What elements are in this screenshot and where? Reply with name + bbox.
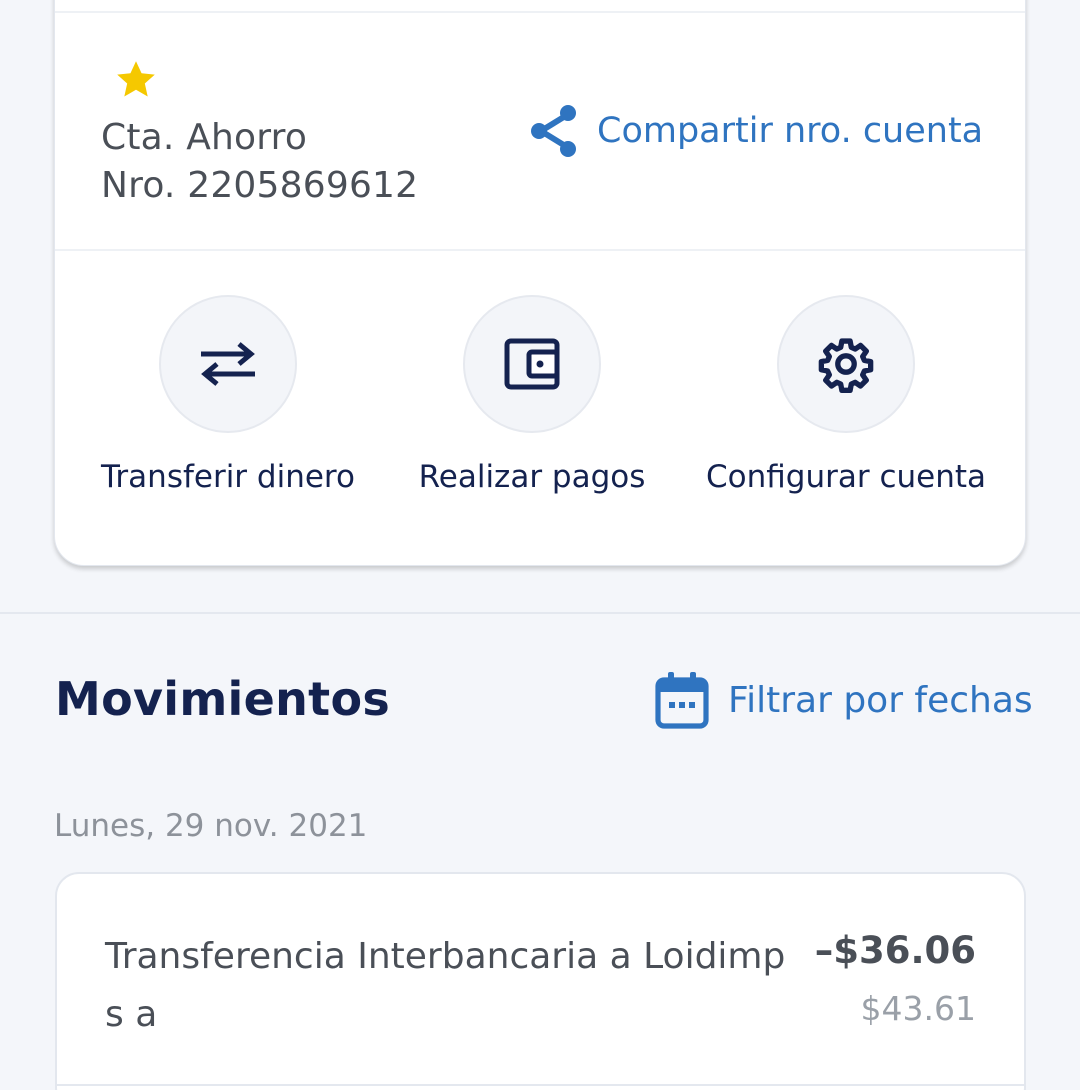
account-card: Cta. Ahorro Nro. 2205869612 Compartir nr… bbox=[54, 0, 1026, 566]
star-icon[interactable] bbox=[113, 57, 159, 103]
make-payments-button[interactable]: Realizar pagos bbox=[415, 295, 649, 495]
make-payments-icon-circle bbox=[463, 295, 601, 433]
share-icon bbox=[531, 105, 576, 157]
make-payments-label: Realizar pagos bbox=[418, 459, 646, 495]
transaction-description: Transferencia Interbancaria a Loidimp s … bbox=[105, 936, 786, 1035]
divider bbox=[55, 249, 1025, 251]
transaction-amount: –$36.06 bbox=[814, 929, 976, 972]
share-account-number-label: Compartir nro. cuenta bbox=[597, 111, 984, 151]
transaction-balance: $43.61 bbox=[860, 989, 976, 1028]
section-divider bbox=[0, 612, 1080, 614]
divider bbox=[55, 11, 1025, 13]
configure-account-button[interactable]: Configurar cuenta bbox=[706, 295, 987, 495]
share-account-number-link[interactable]: Compartir nro. cuenta bbox=[529, 103, 983, 159]
movements-title: Movimientos bbox=[55, 672, 391, 726]
divider bbox=[57, 1084, 1024, 1086]
account-detail-screen: Cta. Ahorro Nro. 2205869612 Compartir nr… bbox=[0, 0, 1080, 1090]
transfer-arrows-icon bbox=[201, 342, 255, 386]
account-type: Cta. Ahorro bbox=[101, 117, 308, 158]
transfer-money-button[interactable]: Transferir dinero bbox=[101, 295, 355, 495]
gear-icon bbox=[818, 338, 874, 393]
filter-by-dates-button[interactable]: Filtrar por fechas bbox=[654, 670, 1033, 730]
movement-date-header: Lunes, 29 nov. 2021 bbox=[54, 808, 368, 844]
wallet-icon bbox=[504, 338, 560, 390]
transfer-money-label: Transferir dinero bbox=[101, 459, 355, 495]
configure-account-icon-circle bbox=[777, 295, 915, 433]
calendar-icon bbox=[655, 672, 709, 729]
configure-account-label: Configurar cuenta bbox=[706, 459, 987, 495]
account-number: Nro. 2205869612 bbox=[101, 165, 419, 206]
filter-by-dates-label: Filtrar por fechas bbox=[728, 679, 1033, 721]
transfer-money-icon-circle bbox=[159, 295, 297, 433]
transaction-item[interactable]: Transferencia Interbancaria a Loidimp s … bbox=[55, 872, 1026, 1090]
